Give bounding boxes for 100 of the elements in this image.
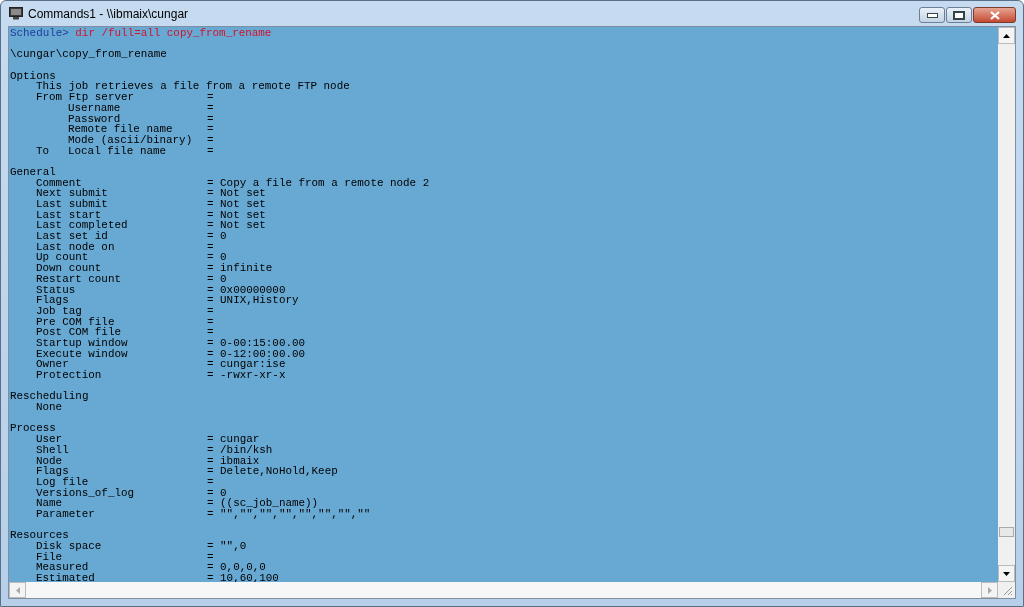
field-label: Post COM file xyxy=(36,326,121,339)
maximize-button[interactable] xyxy=(946,7,972,23)
window-title: Commands1 - \\ibmaix\cungar xyxy=(28,6,189,21)
prompt-label: Schedule> xyxy=(10,28,69,39)
field-value: = xyxy=(207,305,214,317)
field-value: = "","","","","","","","" xyxy=(207,508,371,520)
field-value: = Copy a file from a remote node 2 xyxy=(207,177,430,189)
field-label: Comment xyxy=(36,176,82,189)
field-value: = Not set xyxy=(207,188,266,199)
command-text: dir /full=all copy_from_rename xyxy=(75,28,272,39)
field-label: File xyxy=(36,550,63,563)
field-label: Measured xyxy=(36,561,89,574)
section-heading: General xyxy=(10,166,56,178)
field-value: = "",0 xyxy=(207,541,247,552)
field-label: Last start xyxy=(36,208,102,221)
field-label: Last completed xyxy=(36,219,128,232)
field-label: Flags xyxy=(36,294,69,307)
field-value: = ((sc_job_name)) xyxy=(207,498,319,509)
field-value: = xyxy=(207,551,214,563)
monitor-icon xyxy=(9,7,23,20)
field-label: Name xyxy=(36,497,63,510)
field-label: Restart count xyxy=(36,272,121,285)
field-label: Last node on xyxy=(36,240,115,253)
field-value: = xyxy=(207,124,214,135)
field-value: = cungar:ise xyxy=(207,359,286,370)
field-value: = 0 xyxy=(207,252,227,264)
horizontal-scrollbar[interactable] xyxy=(9,582,998,598)
field-value: = Delete,NoHold,Keep xyxy=(207,466,338,477)
field-value: = Not set xyxy=(207,199,266,210)
field-value: = xyxy=(207,102,214,114)
right-arrow-icon xyxy=(987,586,992,594)
field-value: = 0,0,0,0 xyxy=(207,562,266,574)
field-value: = xyxy=(207,145,214,157)
up-arrow-icon xyxy=(1003,33,1010,38)
field-value: = -rwxr-xr-x xyxy=(207,370,286,381)
field-label: Status xyxy=(36,283,76,296)
section-heading: Options xyxy=(10,70,56,82)
field-value: = cungar xyxy=(207,434,260,445)
field-label: Last set id xyxy=(36,230,108,243)
scroll-down-button[interactable] xyxy=(998,565,1015,582)
close-button[interactable] xyxy=(973,7,1016,23)
scroll-left-button[interactable] xyxy=(9,582,26,598)
left-arrow-icon xyxy=(15,586,20,594)
scrollbar-thumb[interactable] xyxy=(999,527,1014,537)
field-value: = ibmaix xyxy=(207,455,260,467)
field-label: Owner xyxy=(36,358,69,371)
field-label: Last submit xyxy=(36,198,108,210)
field-label: Mode (ascii/binary) xyxy=(68,133,193,146)
field-label: Log file xyxy=(36,475,89,488)
scroll-up-button[interactable] xyxy=(998,27,1015,44)
field-label: Next submit xyxy=(36,187,108,200)
section-heading: Process xyxy=(10,423,56,435)
field-value: = 0 xyxy=(207,487,227,499)
field-label: Local file name xyxy=(68,144,167,157)
field-label: Versions_of_log xyxy=(36,486,135,499)
field-label: Down count xyxy=(36,262,102,275)
field-label: Shell xyxy=(36,443,69,456)
field-value: = 0 xyxy=(207,273,227,285)
field-label: Startup window xyxy=(36,336,128,349)
field-label: Remote file name xyxy=(68,123,173,136)
field-prefix: To xyxy=(36,144,50,157)
field-value: = Not set xyxy=(207,220,266,232)
field-label: Estimated xyxy=(36,572,95,582)
field-value: = xyxy=(207,476,214,488)
field-value: = xyxy=(207,327,214,338)
section-heading: Resources xyxy=(10,530,69,541)
close-icon xyxy=(989,10,1000,20)
field-label: User xyxy=(36,433,63,446)
field-label: Flags xyxy=(36,465,69,478)
field-label: From Ftp server xyxy=(36,91,135,104)
field-label: Parameter xyxy=(36,507,95,520)
field-value: = Not set xyxy=(207,209,266,221)
field-value: = 0-00:15:00.00 xyxy=(207,337,306,349)
field-value: = xyxy=(207,316,214,328)
field-label: Node xyxy=(36,454,63,467)
vertical-scrollbar[interactable] xyxy=(998,27,1015,582)
section-heading: Rescheduling xyxy=(10,391,89,403)
field-value: = xyxy=(207,92,214,103)
field-value: = xyxy=(207,134,214,146)
field-value: = xyxy=(207,241,214,253)
field-label: Pre COM file xyxy=(36,315,115,328)
minimize-button[interactable] xyxy=(919,7,945,23)
job-path: \cungar\copy_from_rename xyxy=(10,49,167,61)
down-arrow-icon xyxy=(1003,571,1010,576)
field-value: = 0-12:00:00.00 xyxy=(207,348,306,360)
field-label: Job tag xyxy=(36,304,82,317)
field-label: Password xyxy=(68,112,121,125)
field-label: Protection xyxy=(36,369,102,381)
field-label: Disk space xyxy=(36,540,102,552)
field-label: Username xyxy=(68,101,121,114)
description-text: This job retrieves a file from a remote FTP node xyxy=(36,81,350,93)
field-value: = 0 xyxy=(207,231,227,242)
field-value: = xyxy=(207,113,214,125)
field-value: = /bin/ksh xyxy=(207,444,273,456)
description-text: None xyxy=(36,402,63,413)
field-label: Execute window xyxy=(36,347,128,360)
field-label: Up count xyxy=(36,251,89,264)
field-value: = 10,60,100 xyxy=(207,573,279,582)
field-value: = 0x00000000 xyxy=(207,284,286,296)
resize-grip-icon[interactable] xyxy=(1001,584,1013,596)
